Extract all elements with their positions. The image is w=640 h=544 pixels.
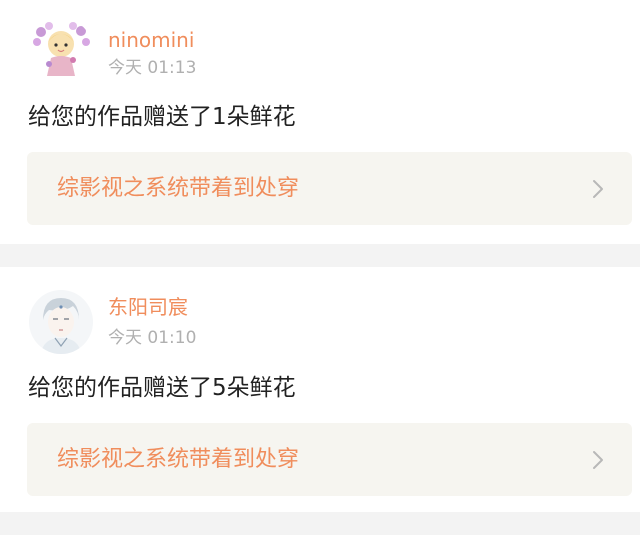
work-link[interactable]: 综影视之系统带着到处穿 — [27, 152, 632, 225]
timestamp: 今天 01:13 — [108, 58, 197, 78]
username[interactable]: ninomini — [108, 28, 194, 52]
sketch-portrait-avatar-icon — [29, 290, 93, 354]
notification-card — [0, 535, 640, 544]
work-title: 综影视之系统带着到处穿 — [57, 176, 300, 201]
notification-card: ninomini 今天 01:13 给您的作品赠送了1朵鲜花 综影视之系统带着到… — [0, 0, 640, 244]
chevron-right-icon — [593, 180, 603, 198]
timestamp: 今天 01:10 — [108, 328, 197, 348]
work-link[interactable]: 综影视之系统带着到处穿 — [27, 423, 632, 496]
notification-message: 给您的作品赠送了1朵鲜花 — [28, 104, 296, 130]
work-title: 综影视之系统带着到处穿 — [57, 447, 300, 472]
user-avatar[interactable] — [29, 18, 93, 82]
cartoon-girl-avatar-icon — [29, 18, 93, 82]
notification-message: 给您的作品赠送了5朵鲜花 — [28, 375, 296, 401]
chevron-right-icon — [593, 451, 603, 469]
notification-card: 东阳司宸 今天 01:10 给您的作品赠送了5朵鲜花 综影视之系统带着到处穿 — [0, 267, 640, 512]
username[interactable]: 东阳司宸 — [108, 295, 188, 319]
user-avatar[interactable] — [29, 290, 93, 354]
